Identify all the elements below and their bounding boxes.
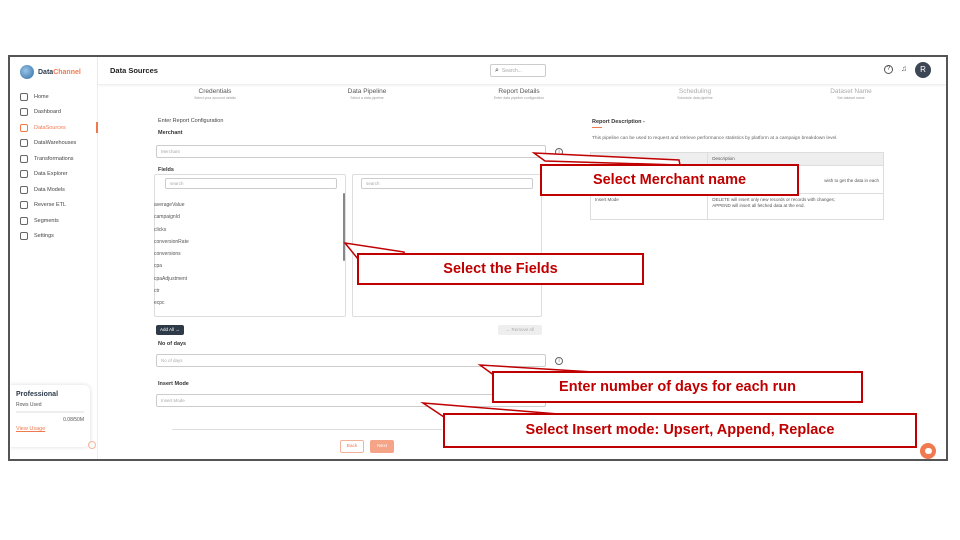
remove-all-button[interactable]: ← Remove All	[498, 325, 542, 335]
view-usage-link[interactable]: View Usage	[16, 426, 84, 432]
merchant-callout: Select Merchant name	[540, 164, 799, 196]
list-item[interactable]: averageValue	[154, 199, 334, 211]
sidebar-item-transformations[interactable]: Transformations	[10, 151, 98, 167]
plan-card: Professional Rows Used 0.08/50M View Usa…	[10, 385, 90, 447]
explorer-icon	[20, 170, 28, 179]
add-all-button[interactable]: Add All →	[156, 325, 184, 335]
plan-usage-count: 0.08/50M	[63, 417, 84, 423]
page-title: Data Sources	[110, 66, 158, 75]
list-item[interactable]: conversions	[154, 248, 334, 260]
list-item[interactable]: ecpc	[154, 297, 334, 309]
sidebar: DataChannel Home Dashboard DataSources D…	[10, 57, 98, 459]
help-icon[interactable]: ?	[884, 65, 893, 74]
sidebar-item-home[interactable]: Home	[10, 89, 98, 105]
available-fields-search[interactable]: search	[165, 178, 337, 189]
selected-fields-search[interactable]: search	[361, 178, 533, 189]
sidebar-nav: Home Dashboard DataSources DataWarehouse…	[10, 89, 98, 244]
list-item[interactable]: campaignId	[154, 211, 334, 223]
sidebar-item-reverse-etl[interactable]: Reverse ETL	[10, 198, 98, 214]
list-item[interactable]: ctr	[154, 285, 334, 297]
dashboard-icon	[20, 108, 28, 117]
sidebar-collapse-icon[interactable]	[88, 441, 96, 449]
days-input[interactable]: No of days	[156, 354, 546, 367]
sidebar-item-settings[interactable]: Settings	[10, 229, 98, 245]
form-divider	[172, 429, 442, 430]
brand-logo-icon	[20, 65, 34, 79]
datawarehouse-icon	[20, 139, 28, 148]
description-underline	[592, 127, 602, 128]
chat-icon[interactable]	[920, 443, 936, 459]
list-item[interactable]: cpa	[154, 260, 334, 272]
merchant-select[interactable]: Merchant	[156, 145, 546, 158]
search-input[interactable]: ⌕ Search...	[490, 64, 546, 77]
merchant-label: Merchant	[158, 130, 183, 136]
transformations-icon	[20, 154, 28, 163]
sidebar-item-data-explorer[interactable]: Data Explorer	[10, 167, 98, 183]
plan-rows-label: Rows Used	[16, 402, 42, 408]
sidebar-item-segments[interactable]: Segments	[10, 213, 98, 229]
sidebar-item-datawarehouses[interactable]: DataWarehouses	[10, 136, 98, 152]
reverse-etl-icon	[20, 201, 28, 210]
models-icon	[20, 185, 28, 194]
list-item[interactable]: conversionRate	[154, 236, 334, 248]
home-icon	[20, 92, 28, 101]
section-title: Enter Report Configuration	[158, 118, 224, 124]
segments-icon	[20, 216, 28, 225]
insert-mode-select[interactable]: Insert Mode	[156, 394, 546, 407]
selected-fields-list	[352, 174, 542, 317]
days-callout: Enter number of days for each run	[492, 371, 863, 403]
bell-icon[interactable]: ♫	[901, 64, 907, 73]
sidebar-item-data-models[interactable]: Data Models	[10, 182, 98, 198]
table-row: Insert Mode DELETE will insert only new …	[591, 193, 883, 219]
fields-callout: Select the Fields	[357, 253, 644, 285]
report-description-text: This pipeline can be used to request and…	[592, 136, 838, 141]
sidebar-item-datasources[interactable]: DataSources	[10, 120, 98, 136]
insert-callout: Select Insert mode: Upsert, Append, Repl…	[443, 413, 917, 448]
list-item[interactable]: clicks	[154, 224, 334, 236]
days-label: No of days	[158, 341, 187, 347]
avatar[interactable]: R	[915, 62, 931, 78]
insert-mode-label: Insert Mode	[158, 381, 189, 387]
brand-name: DataChannel	[38, 68, 81, 76]
list-item[interactable]: cpaAdjustment	[154, 273, 334, 285]
report-description-title: Report Description -	[592, 119, 645, 125]
plan-title: Professional	[16, 391, 59, 398]
top-bar: Data Sources ⌕ Search... ? ♫ R	[98, 57, 946, 85]
back-button[interactable]: Back	[340, 440, 364, 453]
sidebar-item-dashboard[interactable]: Dashboard	[10, 105, 98, 121]
fields-scrollbar[interactable]	[343, 193, 345, 261]
brand[interactable]: DataChannel	[20, 65, 81, 79]
plan-usage-bar	[16, 411, 84, 413]
fields-label: Fields	[158, 167, 174, 173]
merchant-info-icon[interactable]: i	[555, 148, 563, 156]
available-fields-items: averageValue campaignId clicks conversio…	[154, 199, 334, 310]
gear-icon	[20, 232, 28, 241]
datasources-icon	[20, 123, 28, 132]
search-icon: ⌕	[495, 66, 499, 74]
days-info-icon[interactable]: i	[555, 357, 563, 365]
next-button[interactable]: Next	[370, 440, 394, 453]
